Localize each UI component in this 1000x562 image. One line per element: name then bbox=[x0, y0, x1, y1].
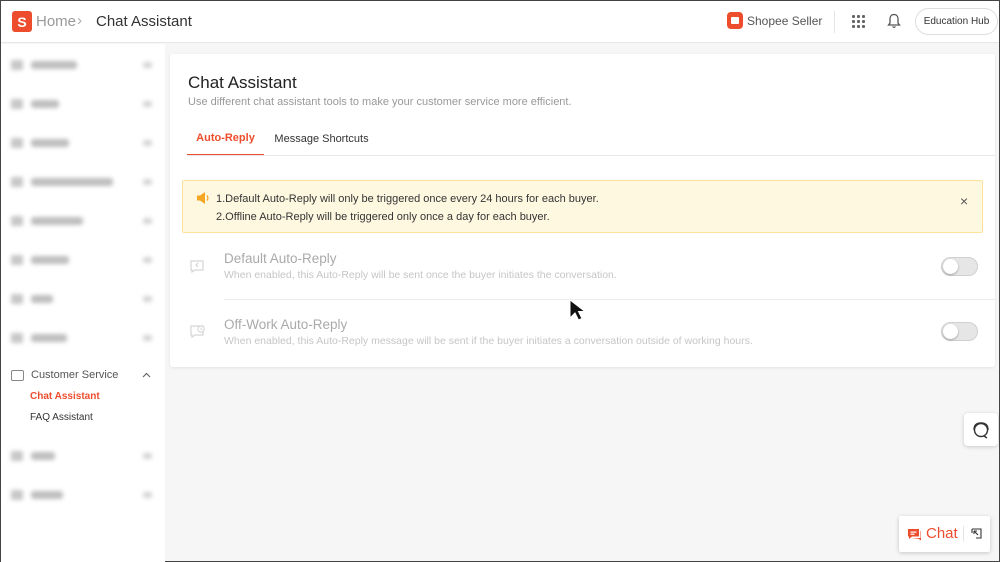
notice-line-2: 2.Offline Auto-Reply will be triggered o… bbox=[216, 211, 550, 223]
page-subtitle: Use different chat assistant tools to ma… bbox=[188, 96, 572, 108]
headset-icon bbox=[973, 421, 989, 439]
shopee-seller-icon bbox=[727, 12, 743, 29]
off-work-auto-reply-desc: When enabled, this Auto-Reply message wi… bbox=[224, 335, 753, 347]
expand-icon[interactable] bbox=[971, 528, 982, 539]
mouse-cursor-icon bbox=[569, 298, 587, 321]
chat-icon bbox=[908, 529, 921, 541]
top-bar: S Home › Chat Assistant Shopee Seller Ed… bbox=[1, 1, 999, 43]
chevron-up-icon[interactable] bbox=[142, 371, 151, 380]
chevron-down-icon bbox=[143, 62, 152, 68]
default-auto-reply-desc: When enabled, this Auto-Reply will be se… bbox=[224, 269, 617, 281]
chat-label: Chat bbox=[926, 525, 958, 542]
chat-separator bbox=[963, 526, 964, 542]
sidebar-item-blurred[interactable] bbox=[11, 254, 69, 266]
bell-icon[interactable] bbox=[887, 13, 901, 29]
tabs-divider bbox=[187, 155, 995, 156]
sidebar-item-label: Customer Service bbox=[31, 369, 119, 381]
off-work-auto-reply-title: Off-Work Auto-Reply bbox=[224, 317, 348, 332]
support-button[interactable] bbox=[964, 413, 998, 446]
clock-reply-icon bbox=[190, 325, 205, 338]
chevron-down-icon bbox=[143, 218, 152, 224]
auto-reply-icon bbox=[190, 260, 204, 273]
shopee-seller-label: Shopee Seller bbox=[747, 14, 823, 28]
default-auto-reply-title: Default Auto-Reply bbox=[224, 251, 337, 266]
tab-auto-reply[interactable]: Auto-Reply bbox=[187, 121, 264, 156]
off-work-auto-reply-toggle[interactable] bbox=[941, 322, 978, 341]
tab-message-shortcuts[interactable]: Message Shortcuts bbox=[270, 121, 373, 156]
sidebar-item-blurred[interactable] bbox=[11, 332, 67, 344]
sidebar-item-blurred[interactable] bbox=[11, 59, 77, 71]
sidebar-subitem-faq-assistant[interactable]: FAQ Assistant bbox=[30, 412, 93, 423]
sidebar-item-blurred[interactable] bbox=[11, 450, 55, 462]
top-divider bbox=[834, 11, 835, 33]
chat-button[interactable]: Chat bbox=[899, 516, 990, 552]
breadcrumb-home[interactable]: Home bbox=[36, 13, 76, 30]
breadcrumb-separator: › bbox=[77, 12, 82, 29]
sidebar-item-blurred[interactable] bbox=[11, 489, 63, 501]
sidebar-item-blurred[interactable] bbox=[11, 215, 83, 227]
chevron-down-icon bbox=[143, 453, 152, 459]
speaker-icon bbox=[197, 192, 209, 204]
sidebar: Customer Service Chat Assistant FAQ Assi… bbox=[1, 44, 165, 562]
sidebar-item-customer-service[interactable]: Customer Service bbox=[11, 369, 118, 381]
customer-service-icon bbox=[11, 369, 24, 381]
notice-banner: 1.Default Auto-Reply will only be trigge… bbox=[182, 180, 983, 233]
grid-apps-icon[interactable] bbox=[852, 15, 865, 28]
row-divider bbox=[224, 299, 995, 300]
chevron-down-icon bbox=[143, 140, 152, 146]
page-title: Chat Assistant bbox=[188, 73, 297, 92]
chevron-down-icon bbox=[143, 179, 152, 185]
chevron-down-icon bbox=[143, 257, 152, 263]
notice-line-1: 1.Default Auto-Reply will only be trigge… bbox=[216, 193, 599, 205]
chevron-down-icon bbox=[143, 101, 152, 107]
sidebar-item-blurred[interactable] bbox=[11, 176, 113, 188]
chevron-down-icon bbox=[143, 335, 152, 341]
education-hub-button[interactable]: Education Hub bbox=[915, 8, 998, 35]
chevron-down-icon bbox=[143, 492, 152, 498]
breadcrumb-current: Chat Assistant bbox=[96, 13, 192, 30]
sidebar-item-blurred[interactable] bbox=[11, 98, 59, 110]
shopee-logo-icon[interactable]: S bbox=[12, 11, 32, 32]
default-auto-reply-toggle[interactable] bbox=[941, 257, 978, 276]
sidebar-item-blurred[interactable] bbox=[11, 293, 53, 305]
close-icon[interactable]: × bbox=[960, 194, 968, 208]
sidebar-subitem-chat-assistant[interactable]: Chat Assistant bbox=[30, 391, 100, 402]
sidebar-item-blurred[interactable] bbox=[11, 137, 69, 149]
chevron-down-icon bbox=[143, 296, 152, 302]
